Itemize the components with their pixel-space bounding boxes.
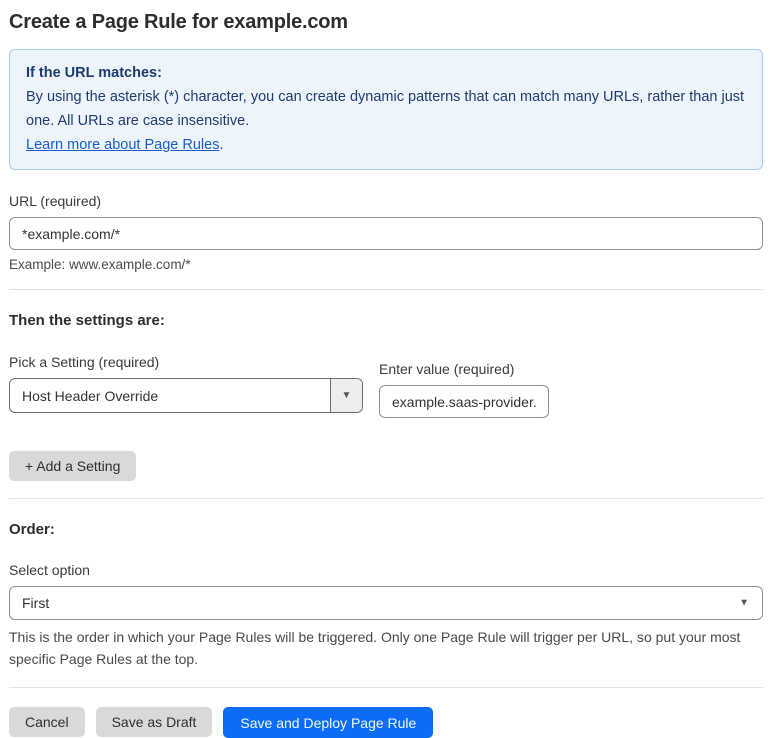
- callout-link-line: Learn more about Page Rules.: [26, 133, 746, 157]
- enter-value-label: Enter value (required): [379, 361, 515, 377]
- footer-actions: Cancel Save as Draft Save and Deploy Pag…: [9, 707, 763, 738]
- order-select-value: First: [22, 595, 50, 611]
- pick-setting-value: Host Header Override: [22, 387, 159, 404]
- save-as-draft-button[interactable]: Save as Draft: [95, 707, 213, 737]
- chevron-down-icon: ▼: [330, 379, 362, 412]
- url-example-hint: Example: www.example.com/*: [9, 257, 191, 272]
- callout-heading: If the URL matches:: [26, 65, 162, 81]
- order-section-heading: Order:: [9, 521, 55, 538]
- save-and-deploy-button[interactable]: Save and Deploy Page Rule: [223, 707, 434, 738]
- order-select-wrap: First ▼: [9, 586, 763, 620]
- callout-body: By using the asterisk (*) character, you…: [26, 89, 745, 129]
- order-select[interactable]: First: [9, 586, 763, 620]
- divider: [9, 498, 763, 499]
- page-title: Create a Page Rule for example.com: [9, 11, 348, 33]
- add-setting-button[interactable]: + Add a Setting: [9, 451, 137, 481]
- url-matches-callout: If the URL matches: By using the asteris…: [9, 49, 763, 170]
- url-field-label: URL (required): [9, 193, 102, 209]
- divider: [9, 289, 763, 290]
- learn-more-link[interactable]: Learn more about Page Rules: [26, 137, 219, 153]
- pick-setting-label: Pick a Setting (required): [9, 354, 160, 370]
- order-help-text: This is the order in which your Page Rul…: [9, 629, 741, 667]
- pick-setting-column: Pick a Setting (required) Host Header Ov…: [9, 354, 363, 418]
- pick-setting-select[interactable]: Host Header Override ▼: [9, 378, 363, 413]
- link-suffix: .: [219, 137, 224, 153]
- setting-value-input[interactable]: [379, 385, 549, 418]
- cancel-button[interactable]: Cancel: [9, 707, 85, 737]
- settings-section-heading: Then the settings are:: [9, 312, 165, 329]
- settings-row: Pick a Setting (required) Host Header Ov…: [9, 354, 763, 418]
- divider: [9, 687, 763, 688]
- enter-value-column: Enter value (required): [379, 361, 549, 418]
- order-select-label: Select option: [9, 562, 90, 578]
- url-input[interactable]: [9, 217, 763, 250]
